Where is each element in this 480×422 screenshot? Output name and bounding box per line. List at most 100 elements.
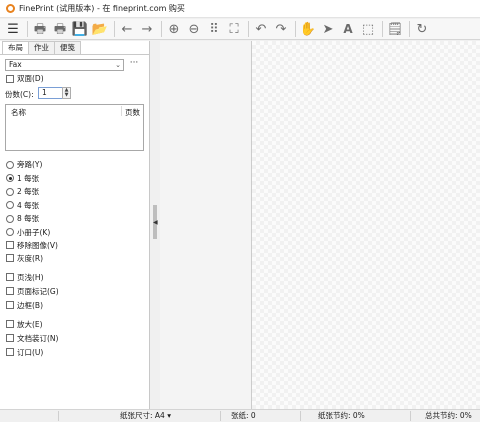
checkbox-label: 页面标记(G)	[17, 286, 59, 296]
grayscale-checkbox[interactable]: 灰度(R)	[6, 253, 43, 264]
layout-radio-label: 1 每张	[17, 173, 40, 183]
undo-icon[interactable]: ↶	[252, 20, 270, 38]
checkbox-label: 边框(B)	[17, 300, 43, 310]
duplex-label: 双面(D)	[17, 74, 44, 83]
spinner-down-icon[interactable]: ▼	[63, 93, 70, 98]
select-rect-icon[interactable]: ⬚	[359, 20, 377, 38]
sheets-count: 张纸: 0	[231, 411, 256, 420]
radio-circle	[6, 187, 14, 196]
status-divider	[220, 411, 221, 421]
fineprint-logo-icon	[6, 4, 15, 13]
status-divider	[410, 411, 411, 421]
open-folder-icon[interactable]: 📂	[91, 20, 109, 38]
checkbox-box	[6, 334, 14, 342]
tab-underline	[0, 54, 150, 55]
toolbar-divider	[295, 21, 296, 37]
toolbar-divider	[114, 21, 115, 37]
layout-radio-label: 2 每张	[17, 187, 40, 196]
checkbox-label: 灰度(R)	[17, 253, 44, 263]
copies-spinner[interactable]: ▲ ▼	[62, 87, 71, 99]
collapse-arrow-icon[interactable]: ◀	[153, 220, 158, 226]
layout-radio-1-up[interactable]: 1 每张	[6, 173, 39, 184]
enlarge-checkbox[interactable]: 放大(E)	[6, 319, 43, 330]
zoom-in-icon[interactable]: ⊕	[165, 20, 183, 38]
lighten-checkbox[interactable]: 页浅(H)	[6, 272, 44, 283]
checkbox-label: 页浅(H)	[17, 272, 44, 282]
tab-layout[interactable]: 布局	[2, 41, 29, 55]
checkbox-box	[6, 301, 14, 309]
copies-input[interactable]: 1	[38, 87, 63, 99]
radio-circle	[6, 201, 14, 209]
checkbox-box	[6, 348, 14, 356]
printer-icon[interactable]: 🖶	[31, 20, 49, 38]
save-icon[interactable]: 💾	[71, 20, 89, 38]
status-divider	[300, 411, 301, 421]
layout-radio-4-up[interactable]: 4 每张	[6, 200, 39, 211]
toolbar-divider	[409, 21, 410, 37]
printer-more-button[interactable]: ···	[128, 58, 140, 70]
borders-checkbox[interactable]: 边框(B)	[6, 300, 43, 311]
paper-size-selector[interactable]: 纸张尺寸: A4 ▾	[120, 410, 171, 422]
dropdown-arrow-icon: ▾	[167, 411, 171, 420]
binding-checkbox[interactable]: 文档装订(N)	[6, 333, 58, 344]
checkbox-label: 订口(U)	[17, 347, 44, 357]
zoom-out-icon[interactable]: ⊖	[185, 20, 203, 38]
refresh-icon[interactable]: ↻	[413, 20, 431, 38]
checkbox-box	[6, 254, 14, 262]
checkbox-label: 文档装订(N)	[17, 333, 59, 343]
toolbar-divider	[382, 21, 383, 37]
layout-radio-label: 小册子(K)	[17, 227, 51, 237]
tab-job[interactable]: 作业	[28, 41, 55, 54]
status-divider	[58, 411, 59, 421]
grid-icon[interactable]: ⠿	[205, 20, 223, 38]
preview-page[interactable]	[252, 41, 480, 409]
back-arrow-icon[interactable]: ←	[118, 20, 136, 38]
duplex-checkbox[interactable]: 双面(D)	[6, 73, 44, 84]
toolbar-divider	[27, 21, 28, 37]
toolbar-divider	[161, 21, 162, 37]
column-divider	[121, 106, 122, 116]
menu-icon[interactable]: ☰	[4, 20, 22, 38]
radio-circle	[6, 160, 14, 169]
settings-panel: 布局 作业 便笺 Fax ⌄ ··· 双面(D) 份数(C): 1 ▲ ▼ 名称…	[0, 41, 150, 409]
pointer-icon[interactable]: ➤	[319, 20, 337, 38]
radio-circle	[6, 214, 14, 223]
status-bar: 纸张尺寸: A4 ▾ 张纸: 0 纸张节约: 0% 总共节约: 0%	[0, 409, 480, 422]
job-list[interactable]: 名称 页数	[5, 104, 144, 151]
remove-images-checkbox[interactable]: 移除图像(V)	[6, 240, 58, 251]
layout-radio-8-up[interactable]: 8 每张	[6, 213, 39, 224]
printer-select[interactable]: Fax ⌄	[5, 59, 124, 71]
text-icon[interactable]: A	[339, 20, 357, 38]
layout-radio-booklet[interactable]: 小册子(K)	[6, 227, 50, 238]
settings-tabs: 布局 作业 便笺	[2, 41, 81, 55]
checkbox-box	[6, 320, 14, 328]
title-bar: FinePrint (试用版本) - 在 fineprint.com 购买	[0, 0, 480, 18]
print-doc-icon[interactable]: 🖶	[51, 20, 69, 38]
tab-notes[interactable]: 便笺	[54, 41, 81, 54]
hand-icon[interactable]: ✋	[299, 20, 317, 38]
job-list-header-name[interactable]: 名称	[11, 107, 26, 118]
printer-select-value: Fax	[9, 60, 22, 69]
checkbox-box	[6, 241, 14, 249]
toolbar-divider	[248, 21, 249, 37]
layout-radio-bypass[interactable]: 旁路(Y)	[6, 159, 42, 170]
gutter-checkbox[interactable]: 订口(U)	[6, 347, 43, 358]
checkbox-label: 放大(E)	[17, 319, 43, 329]
paper-saved: 纸张节约: 0%	[318, 411, 365, 420]
radio-circle	[6, 228, 14, 236]
checkbox-box	[6, 74, 14, 83]
layout-radio-label: 旁路(Y)	[17, 160, 43, 169]
redo-icon[interactable]: ↷	[272, 20, 290, 38]
fit-page-icon[interactable]: ⛶	[225, 20, 243, 38]
paper-size-text: 纸张尺寸: A4	[120, 411, 165, 420]
job-list-header-pages[interactable]: 页数	[125, 107, 140, 118]
window-title: FinePrint (试用版本) - 在 fineprint.com 购买	[19, 4, 185, 13]
notes-icon[interactable]: 🗒	[386, 20, 404, 38]
forward-arrow-icon[interactable]: →	[138, 20, 156, 38]
toolbar: ☰ 🖶 🖶 💾 📂 ← → ⊕ ⊖ ⠿ ⛶ ↶ ↷ ✋ ➤ A ⬚ 🗒 ↻	[0, 19, 480, 40]
page-marks-checkbox[interactable]: 页面标记(G)	[6, 286, 59, 297]
layout-radio-2-up[interactable]: 2 每张	[6, 186, 39, 197]
layout-radio-label: 8 每张	[17, 214, 40, 223]
chevron-down-icon: ⌄	[115, 61, 121, 69]
checkbox-label: 移除图像(V)	[17, 240, 58, 250]
